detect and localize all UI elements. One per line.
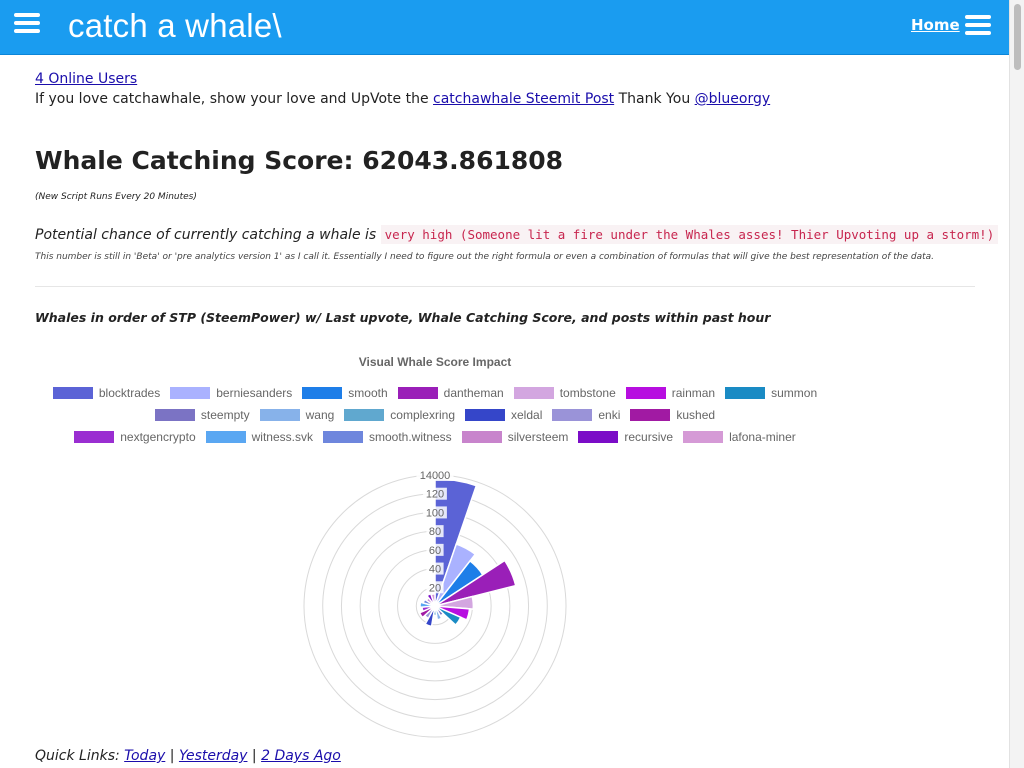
legend-label: enki	[598, 408, 621, 422]
legend-label: xeldal	[511, 408, 543, 422]
legend-swatch	[552, 409, 593, 421]
potential-chance: Potential chance of currently catching a…	[35, 225, 999, 244]
home-link[interactable]: Home	[911, 16, 960, 34]
legend-swatch	[259, 409, 300, 421]
scrollbar[interactable]	[1009, 0, 1024, 768]
user-link[interactable]: @blueorgy	[695, 91, 771, 107]
online-users-link[interactable]: 4 Online Users	[35, 71, 137, 87]
tick-label: 20	[429, 582, 441, 594]
tick-label: 40	[429, 564, 441, 576]
legend-item[interactable]: xeldal	[465, 408, 542, 422]
legend-item[interactable]: dantheman	[397, 386, 504, 400]
beta-note: This number is still in 'Beta' or 'pre a…	[35, 252, 935, 262]
legend-label: recursive	[624, 430, 674, 444]
legend-label: wang	[305, 408, 335, 422]
potential-prefix: Potential chance of currently catching a…	[35, 227, 381, 243]
legend-label: tombstone	[559, 386, 616, 400]
legend-label: nextgencrypto	[120, 430, 196, 444]
legend-swatch	[74, 431, 115, 443]
legend-item[interactable]: rainman	[625, 386, 716, 400]
legend-label: complexring	[390, 408, 455, 422]
whales-heading: Whales in order of STP (SteemPower) w/ L…	[35, 310, 771, 325]
steemit-post-link[interactable]: catchawhale Steemit Post	[433, 91, 614, 107]
legend-swatch	[52, 387, 93, 399]
potential-value: very high (Someone lit a fire under the …	[380, 225, 999, 244]
legend-item[interactable]: nextgencrypto	[74, 430, 196, 444]
legend-row: nextgencrypto witness.svk smooth.witness si…	[0, 430, 870, 444]
yesterday-link[interactable]: Yesterday	[179, 748, 248, 764]
legend-label: summon	[771, 386, 818, 400]
top-navbar: catch a whale\ Home	[0, 0, 1009, 55]
two-days-ago-link[interactable]: 2 Days Ago	[261, 748, 341, 764]
legend-swatch	[683, 431, 724, 443]
tick-label: 100	[426, 507, 444, 519]
legend-label: rainman	[671, 386, 716, 400]
today-link[interactable]: Today	[124, 748, 165, 764]
tick-label: 60	[429, 545, 441, 557]
quick-links: Quick Links: Today | Yesterday | 2 Days …	[35, 748, 341, 764]
menu-icon[interactable]	[14, 13, 40, 33]
legend-item[interactable]: summon	[725, 386, 817, 400]
legend-item[interactable]: silversteem	[461, 430, 569, 444]
legend-swatch	[513, 387, 554, 399]
legend-label: smooth	[348, 386, 388, 400]
legend-item[interactable]: complexring	[344, 408, 455, 422]
legend-item[interactable]: steempty	[154, 408, 250, 422]
app-title: catch a whale\	[68, 7, 282, 44]
legend-swatch	[322, 431, 363, 443]
legend-swatch	[205, 431, 246, 443]
legend-label: berniesanders	[216, 386, 293, 400]
legend-swatch	[578, 431, 619, 443]
legend-label: silversteem	[507, 430, 569, 444]
legend-item[interactable]: kushed	[630, 408, 715, 422]
legend-swatch	[630, 409, 671, 421]
legend-swatch	[344, 409, 385, 421]
tick-label: 120	[426, 489, 444, 501]
chart-title: Visual Whale Score Impact	[358, 355, 512, 369]
divider	[35, 286, 975, 287]
legend-swatch	[397, 387, 438, 399]
legend-label: lafona-miner	[729, 430, 796, 444]
legend-item[interactable]: wang	[259, 408, 335, 422]
polar-area-chart: 20 40 60 80 100 120 14000	[303, 469, 567, 738]
online-users-text[interactable]: 4 Online Users	[35, 71, 137, 87]
quick-links-label: Quick Links:	[35, 748, 120, 764]
legend-row: blocktrades berniesanders smooth dantheman t…	[0, 386, 870, 400]
legend-row: steempty wang complexring xeldal enki kushed	[0, 408, 870, 422]
legend-swatch	[461, 431, 502, 443]
legend-label: kushed	[676, 408, 716, 422]
legend-item[interactable]: witness.svk	[205, 430, 313, 444]
scrollbar-thumb[interactable]	[1014, 4, 1021, 70]
legend-label: smooth.witness	[368, 430, 452, 444]
legend-item[interactable]: recursive	[578, 430, 673, 444]
legend-swatch	[625, 387, 666, 399]
legend-item[interactable]: lafona-miner	[683, 430, 796, 444]
legend-label: steempty	[200, 408, 250, 422]
chart-legend: blocktrades berniesanders smooth dantheman t…	[0, 386, 870, 452]
legend-swatch	[154, 409, 195, 421]
love-prefix: If you love catchawhale, show your love …	[35, 91, 434, 107]
love-middle: Thank You	[614, 91, 695, 107]
legend-label: dantheman	[443, 386, 504, 400]
legend-item[interactable]: smooth	[302, 386, 388, 400]
menu-right-icon[interactable]	[965, 15, 991, 35]
legend-item[interactable]: blocktrades	[52, 386, 161, 400]
script-note: (New Script Runs Every 20 Minutes)	[35, 192, 197, 202]
tick-label: 80	[429, 526, 441, 538]
score-title: Whale Catching Score: 62043.861808	[35, 146, 564, 175]
legend-item[interactable]: tombstone	[513, 386, 616, 400]
legend-item[interactable]: enki	[552, 408, 620, 422]
legend-swatch	[465, 409, 505, 421]
tick-label: 14000	[420, 470, 451, 482]
legend-label: blocktrades	[98, 386, 161, 400]
legend-swatch	[170, 387, 211, 399]
legend-item[interactable]: berniesanders	[170, 386, 292, 400]
legend-swatch	[302, 387, 343, 399]
legend-item[interactable]: smooth.witness	[322, 430, 452, 444]
love-message: If you love catchawhale, show your love …	[35, 91, 770, 107]
legend-swatch	[725, 387, 766, 399]
legend-label: witness.svk	[251, 430, 313, 444]
